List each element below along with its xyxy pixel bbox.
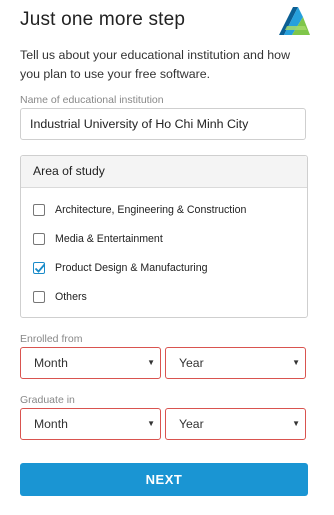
checkbox[interactable]: [33, 233, 45, 245]
graduate-label: Graduate in: [20, 394, 75, 406]
area-of-study-group: Area of study Architecture, Engineering …: [20, 155, 308, 318]
checkmark-icon: [34, 263, 46, 273]
select-value: Month: [34, 356, 68, 370]
caret-down-icon: ▼: [292, 419, 300, 428]
area-of-study-heading: Area of study: [21, 156, 307, 188]
next-button[interactable]: NEXT: [20, 463, 308, 496]
caret-down-icon: ▼: [292, 358, 300, 367]
graduate-year-select[interactable]: Year ▼: [165, 408, 306, 440]
study-option-product-design[interactable]: Product Design & Manufacturing: [33, 260, 208, 276]
graduate-month-select[interactable]: Month ▼: [20, 408, 161, 440]
study-option-label: Product Design & Manufacturing: [55, 262, 208, 274]
caret-down-icon: ▼: [147, 358, 155, 367]
signup-form: Just one more step Tell us about your ed…: [20, 0, 310, 496]
enrolled-month-select[interactable]: Month ▼: [20, 347, 161, 379]
intro-text: Tell us about your educational instituti…: [20, 48, 291, 81]
study-option-others[interactable]: Others: [33, 289, 87, 305]
study-option-label: Others: [55, 291, 87, 303]
checkbox[interactable]: [33, 291, 45, 303]
caret-down-icon: ▼: [147, 419, 155, 428]
select-value: Year: [179, 356, 204, 370]
institution-input[interactable]: Industrial University of Ho Chi Minh Cit…: [20, 108, 306, 140]
header: Just one more step: [20, 0, 310, 40]
study-option-label: Architecture, Engineering & Construction: [55, 204, 247, 216]
institution-label: Name of educational institution: [20, 94, 164, 106]
checkbox[interactable]: [33, 204, 45, 216]
enrolled-label: Enrolled from: [20, 333, 83, 345]
page-title: Just one more step: [20, 9, 186, 30]
study-option-label: Media & Entertainment: [55, 233, 163, 245]
autodesk-logo-icon: [279, 7, 310, 35]
study-option-media[interactable]: Media & Entertainment: [33, 231, 163, 247]
checkbox-checked[interactable]: [33, 262, 46, 274]
select-value: Year: [179, 417, 204, 431]
enrolled-year-select[interactable]: Year ▼: [165, 347, 306, 379]
select-value: Month: [34, 417, 68, 431]
study-option-aec[interactable]: Architecture, Engineering & Construction: [33, 202, 246, 218]
